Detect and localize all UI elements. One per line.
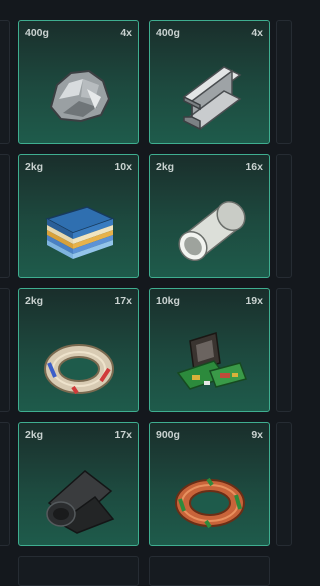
inventory-slot-steel-beam[interactable]: 400g 4x <box>149 20 270 144</box>
fabric-stack-icon <box>39 189 119 269</box>
wire-coil-icon <box>39 323 119 403</box>
item-weight: 400g <box>25 27 49 39</box>
item-quantity: 4x <box>251 27 263 39</box>
item-quantity: 4x <box>120 27 132 39</box>
item-weight: 400g <box>156 27 180 39</box>
adjacent-slot-left[interactable] <box>0 154 10 278</box>
adjacent-slot-right[interactable] <box>276 154 292 278</box>
item-quantity: 17x <box>114 429 132 441</box>
adjacent-slot-right[interactable] <box>276 422 292 546</box>
item-quantity: 19x <box>245 295 263 307</box>
item-weight: 10kg <box>156 295 180 307</box>
inventory-slot-stone[interactable]: 400g 4x <box>18 20 139 144</box>
electronics-icon <box>170 323 250 403</box>
inventory-slot-copper-coil[interactable]: 900g 9x <box>149 422 270 546</box>
item-quantity: 16x <box>245 161 263 173</box>
inventory-slot-wire-coil[interactable]: 2kg 17x <box>18 288 139 412</box>
item-weight: 2kg <box>25 429 44 441</box>
adjacent-slot-right[interactable] <box>276 20 292 144</box>
item-quantity: 9x <box>251 429 263 441</box>
copper-coil-icon <box>170 457 250 537</box>
adjacent-slot-right[interactable] <box>276 288 292 412</box>
inventory-slot-next-row[interactable] <box>18 556 139 586</box>
inventory-slot-next-row[interactable] <box>149 556 270 586</box>
item-weight: 2kg <box>25 295 44 307</box>
item-weight: 900g <box>156 429 180 441</box>
item-weight: 2kg <box>156 161 175 173</box>
pipe-icon <box>170 189 250 269</box>
adjacent-slot-left[interactable] <box>0 20 10 144</box>
rubber-roll-icon <box>39 457 119 537</box>
inventory-slot-pipe[interactable]: 2kg 16x <box>149 154 270 278</box>
adjacent-slot-left[interactable] <box>0 422 10 546</box>
item-weight: 2kg <box>25 161 44 173</box>
adjacent-slot-left[interactable] <box>0 288 10 412</box>
inventory-slot-rubber-roll[interactable]: 2kg 17x <box>18 422 139 546</box>
item-quantity: 17x <box>114 295 132 307</box>
inventory-slot-fabric-stack[interactable]: 2kg 10x <box>18 154 139 278</box>
steel-beam-icon <box>170 55 250 135</box>
inventory-slot-electronics[interactable]: 10kg 19x <box>149 288 270 412</box>
item-quantity: 10x <box>114 161 132 173</box>
stone-icon <box>39 55 119 135</box>
